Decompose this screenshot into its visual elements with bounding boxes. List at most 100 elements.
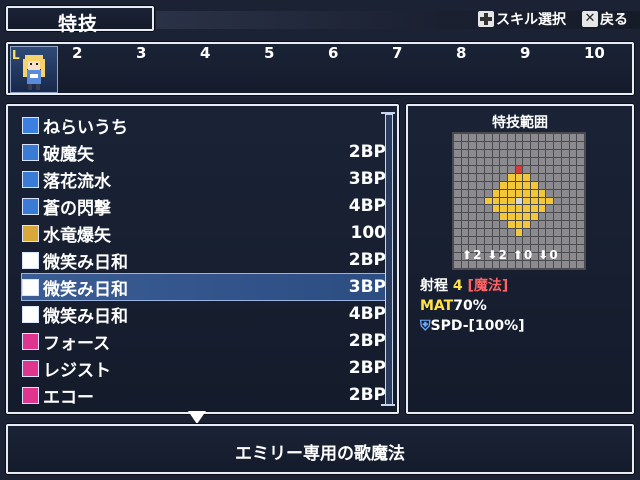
- speed-icon: ⛨: [420, 318, 431, 334]
- range-cell: [454, 221, 461, 229]
- party-slot-3[interactable]: 3: [136, 44, 146, 62]
- range-cell: [500, 181, 507, 189]
- skill-cost: 100: [350, 223, 387, 243]
- party-slot-6[interactable]: 6: [328, 44, 338, 62]
- back-label: 戻る: [600, 12, 628, 28]
- skill-name: 破魔矢: [43, 144, 94, 165]
- skill-row[interactable]: 蒼の閃撃 4BP: [22, 193, 386, 219]
- range-cell: [454, 134, 461, 141]
- range-cell: [454, 189, 461, 197]
- range-cell: [492, 134, 500, 141]
- range-cell: [469, 189, 477, 197]
- range-cell: [507, 221, 515, 229]
- range-cell: [546, 205, 554, 213]
- back-hint[interactable]: ✕ 戻る: [582, 9, 628, 29]
- party-slot-10[interactable]: 10: [584, 44, 605, 62]
- range-cell: [461, 141, 469, 149]
- range-cell: [569, 181, 577, 189]
- range-cell: [561, 141, 569, 149]
- range-cell: [546, 229, 554, 237]
- range-cell: [500, 141, 507, 149]
- party-slot-9[interactable]: 9: [520, 44, 530, 62]
- skill-list: ねらいうち 破魔矢 2BP 落花流水 3BP 蒼の閃撃 4BP 水竜爆矢 100 微笑み日和 2BP…: [6, 104, 399, 414]
- range-cell: [538, 189, 546, 197]
- skill-row[interactable]: 微笑み日和 2BP: [22, 247, 386, 273]
- party-slot-8[interactable]: 8: [456, 44, 466, 62]
- range-cell: [538, 141, 546, 149]
- range-cell: [454, 261, 461, 268]
- skill-row[interactable]: 破魔矢 2BP: [22, 139, 386, 165]
- skill-name: 落花流水: [43, 171, 111, 192]
- scrollbar-cap-top: [381, 112, 395, 114]
- range-cell: [531, 173, 538, 181]
- range-cell: [569, 261, 577, 268]
- range-cell: [461, 181, 469, 189]
- range-cell: [500, 173, 507, 181]
- range-cell: [569, 197, 577, 205]
- party-slot-2[interactable]: 2: [72, 44, 82, 62]
- range-cell: [577, 261, 584, 268]
- range-cell: [561, 237, 569, 245]
- range-cell: [561, 165, 569, 173]
- range-cell: [469, 181, 477, 189]
- range-cell: [538, 173, 546, 181]
- range-cell: [561, 261, 569, 268]
- range-cell: [477, 229, 484, 237]
- skill-row[interactable]: 微笑み日和 4BP: [22, 301, 386, 327]
- skill-select-hint: スキル選択: [478, 9, 566, 29]
- skill-row[interactable]: ねらいうち: [22, 112, 386, 138]
- skill-row[interactable]: エコー 2BP: [22, 382, 386, 408]
- range-cell: [500, 213, 507, 221]
- skill-cost: 2BP: [348, 385, 386, 405]
- range-cell: [523, 213, 531, 221]
- range-cell: [554, 149, 561, 157]
- skill-row[interactable]: 落花流水 3BP: [22, 166, 386, 192]
- range-cell: [477, 165, 484, 173]
- stat-modifiers: ⬆ 2 ⬇ 2 ⬆ 0 ⬇ 0: [462, 248, 558, 262]
- range-cell: [569, 237, 577, 245]
- gold-dots-icon: [22, 224, 39, 242]
- range-cell: [500, 134, 507, 141]
- skill-row[interactable]: レジスト 2BP: [22, 355, 386, 381]
- range-cell: [484, 149, 492, 157]
- range-cell: [523, 134, 531, 141]
- skill-row[interactable]: 水竜爆矢 100: [22, 220, 386, 246]
- range-cell: [554, 141, 561, 149]
- range-cell: [577, 134, 584, 141]
- party-slot-7[interactable]: 7: [392, 44, 402, 62]
- range-cell: [531, 165, 538, 173]
- skill-row[interactable]: フォース 2BP: [22, 328, 386, 354]
- range-cell: [577, 165, 584, 173]
- skill-name: フォース: [43, 333, 111, 354]
- party-slot-4[interactable]: 4: [200, 44, 210, 62]
- range-cell: [469, 173, 477, 181]
- range-cell: [561, 245, 569, 253]
- range-cell: [492, 189, 500, 197]
- down-arrow-icon: ⬇: [487, 248, 498, 262]
- range-cell: [515, 157, 523, 165]
- range-cell: [538, 261, 546, 268]
- skill-name: 蒼の閃撃: [43, 198, 111, 219]
- magic-square-icon: [22, 143, 39, 161]
- range-cell: [531, 221, 538, 229]
- range-cell: [546, 237, 554, 245]
- character-portrait[interactable]: L: [10, 46, 58, 93]
- range-cell: [554, 157, 561, 165]
- range-cell: [531, 237, 538, 245]
- range-cell: [500, 261, 507, 268]
- range-cell: [523, 165, 531, 173]
- up-arrow-icon: ⬆: [512, 248, 523, 262]
- range-cell: [523, 237, 531, 245]
- range-cell: [515, 197, 523, 205]
- range-cell: [477, 205, 484, 213]
- range-cell: [507, 134, 515, 141]
- range-cell: [531, 205, 538, 213]
- range-cell: [523, 261, 531, 268]
- party-slot-5[interactable]: 5: [264, 44, 274, 62]
- range-cell: [569, 134, 577, 141]
- range-cell: [507, 149, 515, 157]
- skill-row[interactable]: 微笑み日和 3BP: [21, 273, 387, 301]
- range-cell: [454, 229, 461, 237]
- range-cell: [492, 157, 500, 165]
- scrollbar[interactable]: [385, 114, 393, 406]
